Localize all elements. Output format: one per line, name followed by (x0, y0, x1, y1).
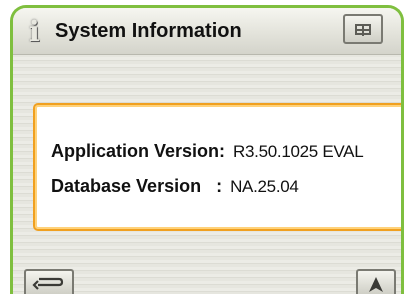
grid-menu-button[interactable] (343, 14, 383, 44)
return-arrow-icon (32, 277, 64, 290)
page-title: System Information (55, 20, 242, 42)
database-version-label: Database Version : (51, 176, 223, 196)
device-frame: i System Information Application Version… (0, 0, 414, 294)
info-icon: i (29, 15, 40, 48)
application-version-row: Application Version: R3.50.1025 EVAL (51, 141, 364, 162)
database-version-value: NA.25.04 (230, 177, 299, 196)
back-button[interactable] (24, 269, 74, 294)
database-version-row: Database Version : NA.25.04 (51, 176, 299, 197)
title-bar: i System Information (13, 8, 401, 55)
version-info-panel: Application Version: R3.50.1025 EVAL Dat… (33, 103, 401, 231)
navigate-button[interactable] (356, 269, 396, 294)
grid-icon (355, 23, 371, 36)
system-information-screen: i System Information Application Version… (10, 5, 404, 294)
application-version-value: R3.50.1025 EVAL (233, 142, 364, 161)
navigation-arrow-icon (369, 277, 383, 292)
application-version-label: Application Version: (51, 141, 226, 161)
